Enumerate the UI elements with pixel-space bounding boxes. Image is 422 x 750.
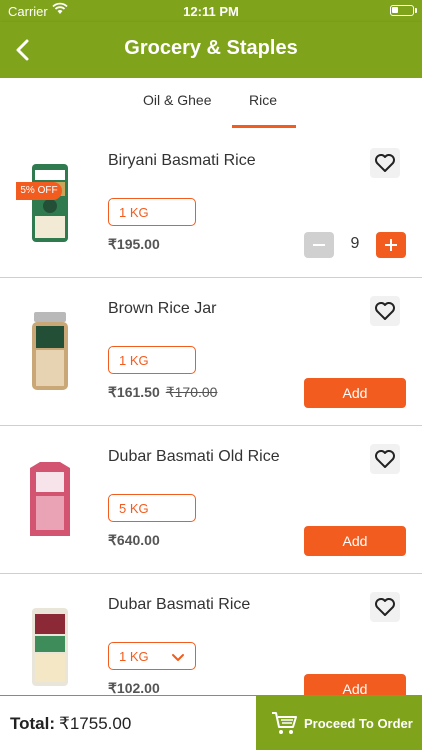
unit-dropdown[interactable]: 1 KG [108, 642, 196, 670]
heart-icon[interactable] [370, 592, 400, 622]
minus-icon[interactable] [304, 232, 334, 258]
category-tabs: Oil & Ghee Rice [0, 78, 422, 130]
status-time: 12:11 PM [183, 4, 239, 19]
status-bar: Carrier 12:11 PM [0, 0, 422, 22]
heart-icon[interactable] [370, 296, 400, 326]
proceed-label: Proceed To Order [304, 716, 413, 731]
nav-bar: Grocery & Staples [0, 22, 422, 78]
quantity-value: 9 [350, 235, 360, 252]
product-price: ₹195.00 [108, 236, 160, 252]
heart-icon[interactable] [370, 444, 400, 474]
tab-rice[interactable]: Rice [249, 92, 277, 108]
original-price: ₹170.00 [165, 384, 218, 400]
product-price: ₹640.00 [108, 532, 160, 548]
product-image [26, 162, 74, 244]
unit-selector[interactable]: 1 KG [108, 198, 196, 226]
product-image [26, 458, 74, 540]
battery-icon [390, 5, 414, 16]
order-footer: Total: ₹1755.00 Proceed To Order [0, 695, 422, 750]
active-tab-indicator [232, 125, 296, 128]
unit-selector[interactable]: 1 KG [108, 346, 196, 374]
discount-badge: 5% OFF [16, 182, 62, 200]
total-label: Total: [10, 714, 56, 733]
plus-icon[interactable] [376, 232, 406, 258]
product-name: Brown Rice Jar [108, 300, 217, 317]
page-title: Grocery & Staples [124, 37, 298, 59]
total-value: ₹1755.00 [59, 714, 132, 733]
sale-price: ₹161.50 [108, 384, 160, 400]
product-image [26, 606, 74, 688]
list-item: Dubar Basmati Old Rice 5 KG ₹640.00 Add [0, 426, 422, 574]
unit-selector[interactable]: 5 KG [108, 494, 196, 522]
total-summary: Total: ₹1755.00 [10, 714, 131, 734]
chevron-down-icon [171, 651, 185, 666]
product-name: Dubar Basmati Old Rice [108, 448, 280, 465]
tab-oil-ghee[interactable]: Oil & Ghee [143, 92, 211, 108]
heart-icon[interactable] [370, 148, 400, 178]
add-button[interactable]: Add [304, 378, 406, 408]
list-item: Biryani Basmati Rice 1 KG ₹195.00 9 [0, 130, 422, 278]
list-item: Brown Rice Jar 1 KG ₹161.50 ₹170.00 Add [0, 278, 422, 426]
product-name: Dubar Basmati Rice [108, 596, 251, 613]
unit-label: 1 KG [119, 649, 149, 664]
cart-icon [270, 710, 298, 741]
quantity-stepper: 9 [304, 232, 406, 258]
product-name: Biryani Basmati Rice [108, 152, 256, 169]
proceed-to-order-button[interactable]: Proceed To Order [256, 696, 422, 750]
add-button[interactable]: Add [304, 526, 406, 556]
product-image [26, 310, 74, 392]
product-price: ₹161.50 ₹170.00 [108, 384, 217, 401]
